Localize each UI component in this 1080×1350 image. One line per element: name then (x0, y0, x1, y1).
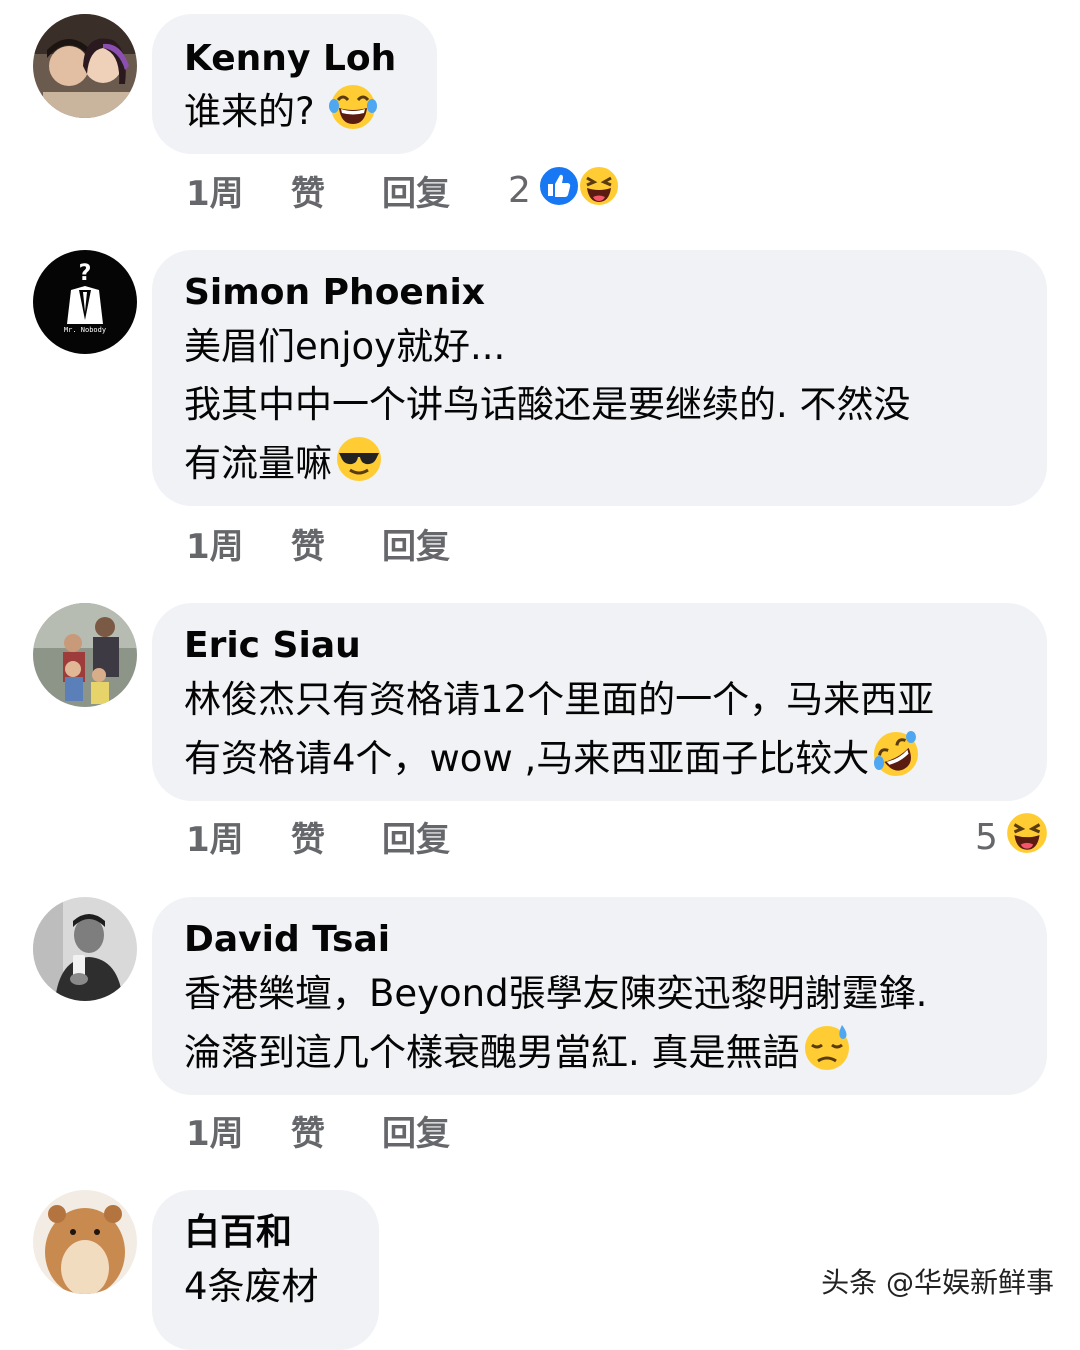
laugh-emoji-icon (577, 164, 621, 217)
avatar[interactable]: ? Mr. Nobody (33, 250, 137, 354)
comment-author[interactable]: Eric Siau (184, 625, 1015, 667)
comment-time[interactable]: 1周 (186, 820, 244, 860)
comment-text: 有资格请4个，wow ,马来西亚面子比较大 (184, 729, 1015, 796)
svg-text:?: ? (79, 261, 92, 286)
sunglasses-emoji-icon (334, 434, 384, 501)
avatar[interactable] (33, 603, 137, 707)
avatar[interactable] (33, 1190, 137, 1294)
sweat-emoji-icon (802, 1023, 852, 1090)
comment-bubble: Eric Siau 林俊杰只有资格请12个里面的一个，马来西亚 有资格请4个，w… (152, 603, 1047, 801)
reaction-count: 5 (975, 816, 998, 858)
avatar[interactable] (33, 897, 137, 1001)
comment-text: 4条废材 (184, 1265, 319, 1308)
avatar-family-photo-icon (33, 603, 137, 707)
comment-bubble: Kenny Loh 谁来的? (152, 14, 437, 154)
comment-text: 淪落到這几个樣衰醜男當紅. 真是無語 (184, 1023, 1015, 1090)
comment-author[interactable]: 白百和 (184, 1212, 347, 1254)
reaction-summary[interactable]: 2 (508, 164, 621, 212)
comment-author[interactable]: David Tsai (184, 919, 1015, 961)
reply-button[interactable]: 回复 (382, 527, 450, 567)
reaction-summary[interactable]: 5 (975, 810, 1050, 859)
watermark: 头条 @华娱新鲜事 (821, 1266, 1054, 1299)
comment-bubble: Simon Phoenix 美眉们enjoy就好... 我其中中一个讲鸟话酸还是… (152, 250, 1047, 506)
comment-time[interactable]: 1周 (186, 1114, 244, 1154)
comment-bubble: 白百和 4条废材 (152, 1190, 379, 1350)
laugh-emoji-icon (1004, 810, 1050, 865)
reply-button[interactable]: 回复 (382, 820, 450, 860)
comment-author[interactable]: Kenny Loh (184, 38, 405, 80)
comment-text: 美眉们enjoy就好... (184, 325, 506, 368)
svg-text:Mr. Nobody: Mr. Nobody (64, 326, 106, 334)
comment-author[interactable]: Simon Phoenix (184, 272, 1015, 314)
comment-text: 我其中中一个讲鸟话酸还是要继续的. 不然没 (184, 383, 911, 426)
comment-bubble: David Tsai 香港樂壇，Beyond張學友陳奕迅黎明謝霆鋒. 淪落到這几… (152, 897, 1047, 1095)
comment-time[interactable]: 1周 (186, 527, 244, 567)
comment-text: 香港樂壇，Beyond張學友陳奕迅黎明謝霆鋒. (184, 972, 928, 1015)
reply-button[interactable]: 回复 (382, 1114, 450, 1154)
tears-of-joy-emoji-icon (328, 82, 378, 149)
avatar-hamster-icon (33, 1190, 137, 1294)
like-button[interactable]: 赞 (291, 820, 325, 860)
comment-text: 林俊杰只有资格请12个里面的一个，马来西亚 (184, 678, 935, 721)
like-button[interactable]: 赞 (291, 527, 325, 567)
comment-time[interactable]: 1周 (186, 174, 244, 214)
like-button[interactable]: 赞 (291, 174, 325, 214)
reply-button[interactable]: 回复 (382, 174, 450, 214)
avatar[interactable] (33, 14, 137, 118)
avatar-mr-nobody-icon: ? Mr. Nobody (33, 250, 137, 354)
reaction-count: 2 (508, 169, 531, 211)
comment-text: 谁来的? (184, 82, 405, 149)
avatar-bw-photo-icon (33, 897, 137, 1001)
like-icon (537, 164, 581, 217)
comment-text: 有流量嘛 (184, 434, 1015, 501)
like-button[interactable]: 赞 (291, 1114, 325, 1154)
rolling-laugh-emoji-icon (871, 729, 921, 796)
avatar-photo-icon (33, 14, 137, 118)
